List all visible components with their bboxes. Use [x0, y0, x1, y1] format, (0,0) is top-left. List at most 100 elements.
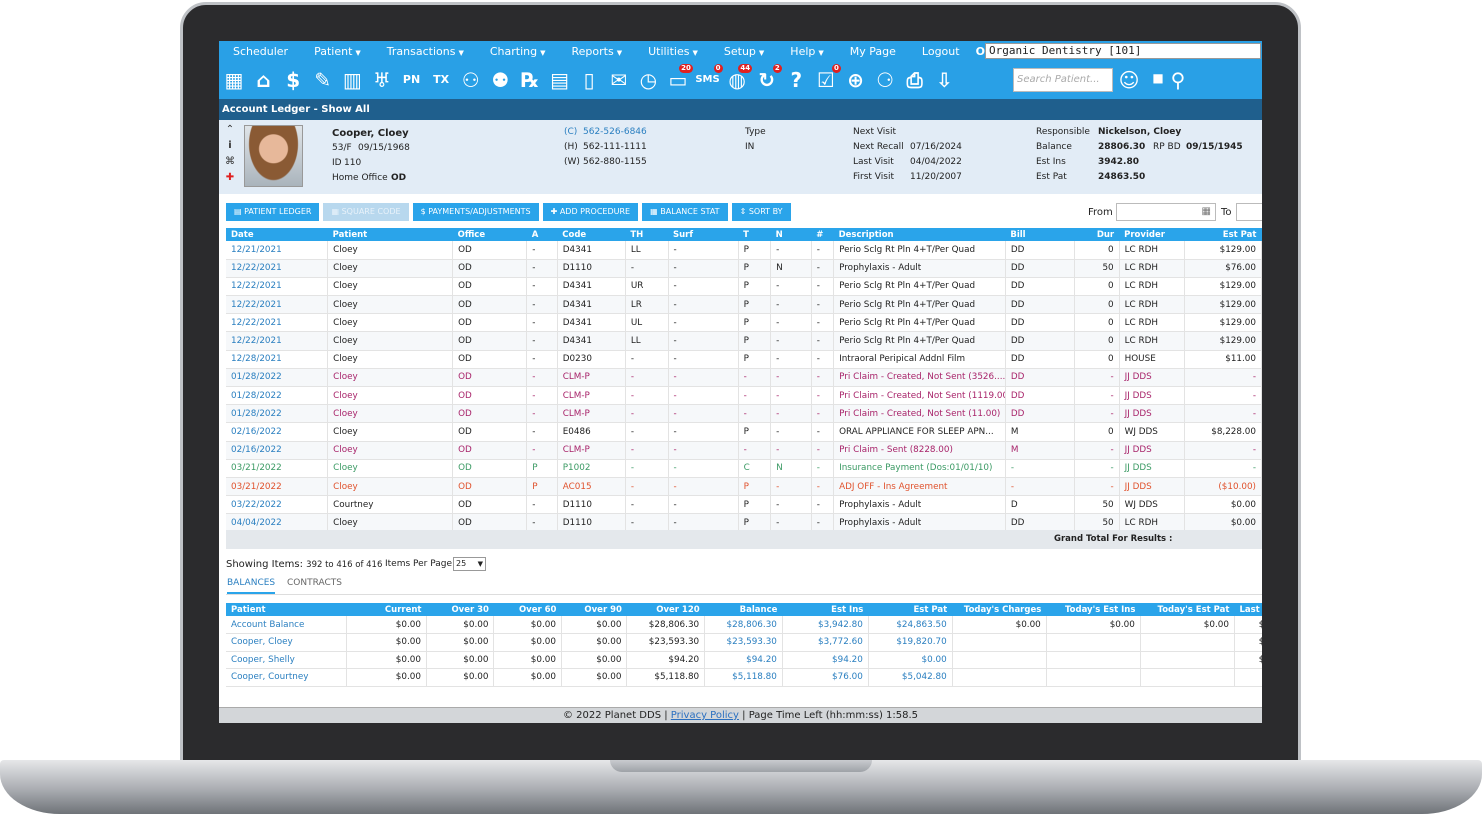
ledger-col-header[interactable]: Surf — [668, 228, 739, 241]
ledger-cell[interactable]: 03/21/2022 — [226, 477, 329, 497]
ledger-row[interactable]: 03/21/2022 Cloey OD P AC015- - P - - ADJ OFF - In… — [226, 477, 1262, 497]
ledger-cell[interactable]: 03/21/2022 — [226, 459, 329, 478]
ledger-col-header[interactable]: T — [738, 228, 771, 241]
info-icon[interactable]: i — [225, 140, 235, 151]
calendar-icon[interactable]: ▦ — [221, 67, 247, 93]
ledger-row[interactable]: 12/28/2021 Cloey OD - D0230- - P - - Intraoral Pe… — [226, 350, 1262, 369]
ledger-row[interactable]: 12/22/2021 Cloey OD - D4341 UR - P - - Perio Sclg … — [226, 277, 1262, 297]
collapse-icon[interactable]: ⌃ — [225, 124, 235, 135]
ledger-row[interactable]: 02/16/2022 Cloey OD - CLM-P - - - - - Pri Claim - … — [226, 441, 1262, 460]
balances-cell[interactable]: Cooper, Courtney — [226, 668, 348, 687]
download-icon[interactable]: ⇩ — [931, 67, 957, 93]
ledger-row[interactable]: 12/22/2021 Cloey OD - D1110- - P N - Prophylaxis … — [226, 259, 1262, 278]
treatment-icon[interactable]: TX — [428, 67, 454, 93]
ledger-cell[interactable]: 01/28/2022 — [226, 386, 329, 406]
checklist-icon[interactable]: ☑ 0 — [813, 64, 841, 93]
ledger-row[interactable]: 12/21/2021 Cloey OD - D4341 LL - P - - Perio Sclg … — [226, 241, 1262, 260]
team-icon[interactable]: ⚆ — [872, 67, 898, 93]
menu-item-my-page[interactable]: My Page — [850, 45, 896, 58]
tab-balances[interactable]: BALANCES — [227, 578, 276, 594]
edit-icon[interactable]: ✎ — [310, 67, 336, 93]
ledger-cell[interactable]: 12/28/2021 — [226, 350, 329, 369]
tab-contracts[interactable]: CONTRACTS — [287, 578, 342, 592]
ledger-row[interactable]: 02/16/2022 Cloey OD - E0486- - P - - ORAL APPLIAN… — [226, 422, 1262, 442]
ledger-col-header[interactable]: TH — [625, 228, 668, 241]
menu-item-transactions[interactable]: Transactions ▼ — [387, 45, 464, 58]
balances-cell[interactable]: Cooper, Cloey — [226, 633, 348, 652]
ledger-col-header[interactable]: N — [770, 228, 812, 241]
ledger-col-header[interactable]: Office — [452, 228, 527, 241]
ledger-col-header[interactable]: Description — [833, 228, 1006, 241]
ledger-col-header[interactable]: Patient — [327, 228, 453, 241]
balance-stat-button[interactable]: ▦ BALANCE STAT — [642, 203, 728, 221]
calendar-picker-icon[interactable]: ▦ — [1202, 206, 1211, 217]
office-select[interactable]: Organic Dentistry [101] — [985, 43, 1261, 59]
rx-icon[interactable]: ℞ — [517, 67, 543, 93]
print-icon[interactable]: ⎙ — [902, 67, 928, 93]
ledger-cell[interactable]: 02/16/2022 — [226, 441, 329, 460]
menu-item-charting[interactable]: Charting ▼ — [490, 45, 546, 58]
patient-search-input[interactable]: Search Patient... — [1013, 68, 1113, 92]
ledger-row[interactable]: 12/22/2021 Cloey OD - D4341 LL - P - - Perio Sclg … — [226, 331, 1262, 351]
ledger-col-header[interactable]: Code — [557, 228, 626, 241]
ledger-row[interactable]: 12/22/2021 Cloey OD - D4341 UL - P - - Perio Sclg … — [226, 313, 1262, 333]
medical-alert-icon[interactable]: ✚ — [225, 172, 235, 183]
users-icon[interactable]: ⚇ — [458, 67, 484, 93]
patient-profile-icon[interactable]: ☺ — [1116, 67, 1142, 93]
menu-item-scheduler[interactable]: Scheduler — [233, 45, 288, 58]
messages-icon[interactable]: ▭ 20 — [665, 64, 693, 93]
to-date-input[interactable] — [1236, 203, 1262, 221]
web-icon[interactable]: ⊕ — [842, 67, 868, 93]
ledger-row[interactable]: 12/22/2021 Cloey OD - D4341 LR - P - - Perio Sclg … — [226, 295, 1262, 315]
ledger-cell[interactable]: 03/22/2022 — [226, 495, 329, 515]
sort-by-button[interactable]: ⇕ SORT BY — [731, 203, 791, 221]
menu-item-setup[interactable]: Setup ▼ — [724, 45, 764, 58]
document-icon[interactable]: ▤ — [547, 67, 573, 93]
ledger-cell[interactable]: 01/28/2022 — [226, 368, 329, 388]
clock-icon[interactable]: ◷ — [635, 67, 661, 93]
menu-item-utilities[interactable]: Utilities ▼ — [648, 45, 698, 58]
tooth-icon[interactable]: ♅ — [369, 67, 395, 93]
square-code-button[interactable]: ▦ SQUARE CODE — [323, 203, 409, 221]
ledger-row[interactable]: 01/28/2022 Cloey OD - CLM-P - - - - - Pri Claim - … — [226, 404, 1262, 424]
menu-item-help[interactable]: Help ▼ — [790, 45, 823, 58]
items-per-page-select[interactable]: 25 ▼ — [453, 557, 486, 571]
ledger-col-header[interactable]: Date — [226, 228, 328, 241]
menu-item-logout[interactable]: Logout — [922, 45, 960, 58]
home-icon[interactable]: ⌂ — [251, 67, 277, 93]
ledger-cell[interactable]: 12/21/2021 — [226, 241, 329, 260]
globe-icon[interactable]: ◍ 44 — [724, 64, 753, 93]
ledger-row[interactable]: 03/21/2022 Cloey OD P P1002- - C N - Insurance Pa… — [226, 459, 1262, 478]
menu-item-reports[interactable]: Reports ▼ — [571, 45, 622, 58]
referral-icon[interactable]: ⚉ — [487, 67, 513, 93]
privacy-policy-link[interactable]: Privacy Policy — [671, 710, 739, 721]
sms-icon[interactable]: SMS 0 — [695, 64, 723, 93]
file-icon[interactable]: ▯ — [576, 67, 602, 93]
ledger-col-header[interactable]: Est Pat — [1184, 228, 1262, 241]
progress-notes-icon[interactable]: PN — [399, 67, 425, 93]
sync-icon[interactable]: ↻ 2 — [754, 64, 782, 93]
attachment-icon[interactable]: ⌘ — [225, 156, 235, 167]
ledger-cell[interactable]: 02/16/2022 — [226, 422, 329, 442]
ledger-col-header[interactable]: Provider — [1119, 228, 1185, 241]
help-icon[interactable]: ? — [783, 67, 809, 93]
ledger-row[interactable]: 01/28/2022 Cloey OD - CLM-P - - - - - Pri Claim - … — [226, 368, 1262, 388]
ledger-cell[interactable]: 12/22/2021 — [226, 259, 329, 278]
patient-ledger-button[interactable]: ▤ PATIENT LEDGER — [226, 203, 320, 221]
balances-cell[interactable]: Account Balance — [226, 616, 348, 634]
balances-cell[interactable]: Cooper, Shelly — [226, 651, 348, 669]
ledger-row[interactable]: 03/22/2022 Courtney OD - D1110- - P - - Prophylax… — [226, 495, 1262, 515]
ledger-col-header[interactable]: Bill — [1005, 228, 1075, 241]
phone-cell[interactable]: 562-526-6846 — [583, 127, 647, 137]
ledger-col-header[interactable]: A — [526, 228, 558, 241]
mail-icon[interactable]: ✉ — [606, 67, 632, 93]
tooth-chart-icon[interactable]: ▥ — [339, 67, 365, 93]
payments-adjustments-button[interactable]: $ PAYMENTS/ADJUSTMENTS — [412, 203, 539, 221]
ledger-col-header[interactable]: # — [811, 228, 834, 241]
ledger-cell[interactable]: 12/22/2021 — [226, 277, 329, 297]
patient-search-icon[interactable]: ⚲ — [1165, 67, 1191, 93]
ledger-cell[interactable]: 12/22/2021 — [226, 295, 329, 315]
ledger-cell[interactable]: 12/22/2021 — [226, 331, 329, 351]
ledger-cell[interactable]: 12/22/2021 — [226, 313, 329, 333]
add-procedure-button[interactable]: ✚ ADD PROCEDURE — [542, 203, 639, 221]
